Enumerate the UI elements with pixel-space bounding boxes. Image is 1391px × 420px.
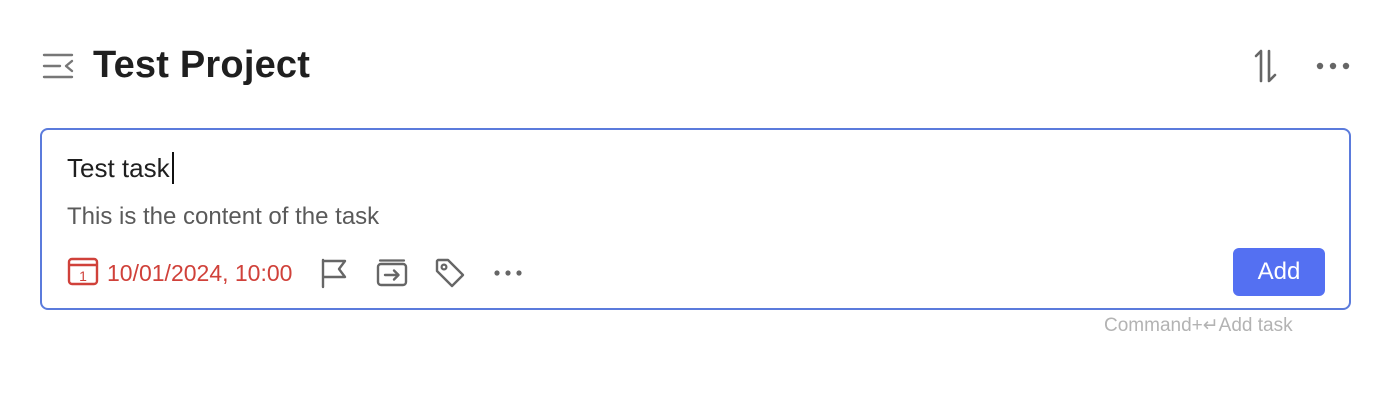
task-editor-page: Test Project Test task This is the conte… [0, 0, 1391, 420]
task-title-text: Test task [67, 153, 170, 183]
sort-icon[interactable] [1246, 46, 1286, 86]
task-content-input[interactable]: This is the content of the task [67, 201, 379, 233]
due-date-text: 10/01/2024, 10:00 [107, 260, 293, 286]
project-header: Test Project [0, 0, 1391, 130]
more-horizontal-icon[interactable] [490, 255, 526, 291]
shortcut-hint: Command+↵Add task [1104, 315, 1293, 336]
task-title-input[interactable]: Test task [67, 152, 174, 184]
calendar-icon: 1 [67, 256, 99, 291]
add-task-button[interactable]: Add [1233, 248, 1325, 296]
due-date-button[interactable]: 1 10/01/2024, 10:00 [67, 256, 292, 291]
menu-collapse-icon[interactable] [40, 48, 76, 84]
text-caret [171, 152, 174, 184]
tag-icon[interactable] [432, 255, 468, 291]
quick-add-task-editor: Test task This is the content of the tas… [40, 128, 1351, 310]
more-horizontal-icon[interactable] [1312, 46, 1354, 86]
move-to-icon[interactable] [374, 255, 410, 291]
task-toolbar: 1 10/01/2024, 10:00 [67, 255, 548, 291]
page-title: Test Project [93, 44, 311, 86]
svg-text:1: 1 [79, 268, 87, 284]
flag-icon[interactable] [316, 255, 352, 291]
